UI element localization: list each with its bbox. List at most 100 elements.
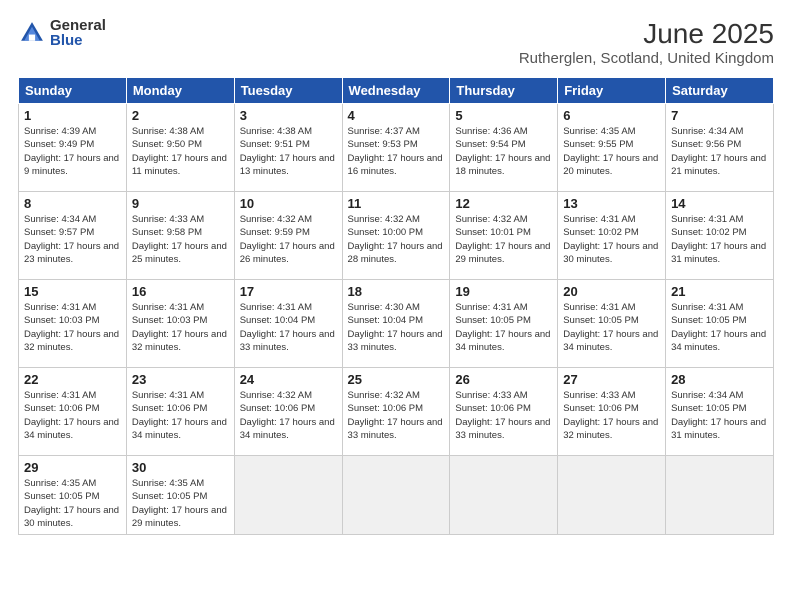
- calendar-subtitle: Rutherglen, Scotland, United Kingdom: [519, 50, 774, 67]
- day-number: 15: [24, 284, 121, 299]
- day-info: Sunrise: 4:34 AMSunset: 10:05 PMDaylight…: [671, 389, 768, 442]
- calendar-table: SundayMondayTuesdayWednesdayThursdayFrid…: [18, 77, 774, 535]
- calendar-cell: 28Sunrise: 4:34 AMSunset: 10:05 PMDaylig…: [666, 368, 774, 456]
- calendar-cell: 14 Sunrise: 4:31 AMSunset: 10:02 PMDaylig…: [666, 192, 774, 280]
- day-info: Sunrise: 4:32 AMSunset: 10:00 PMDaylight…: [348, 213, 445, 266]
- calendar-cell: 20Sunrise: 4:31 AMSunset: 10:05 PMDaylig…: [558, 280, 666, 368]
- calendar-cell: [558, 456, 666, 535]
- weekday-header-friday: Friday: [558, 78, 666, 104]
- week-row-3: 15 Sunrise: 4:31 AMSunset: 10:03 PMDaylig…: [19, 280, 774, 368]
- day-number: 12: [455, 196, 552, 211]
- day-info: Sunrise: 4:32 AMSunset: 10:06 PMDaylight…: [240, 389, 337, 442]
- day-number: 30: [132, 460, 229, 475]
- day-number: 20: [563, 284, 660, 299]
- day-info: Sunrise: 4:32 AMSunset: 10:01 PMDaylight…: [455, 213, 552, 266]
- calendar-cell: 17 Sunrise: 4:31 AMSunset: 10:04 PMDaylig…: [234, 280, 342, 368]
- day-number: 22: [24, 372, 121, 387]
- day-number: 26: [455, 372, 552, 387]
- day-number: 21: [671, 284, 768, 299]
- day-number: 6: [563, 108, 660, 123]
- calendar-cell: 27 Sunrise: 4:33 AMSunset: 10:06 PMDaylig…: [558, 368, 666, 456]
- day-info: Sunrise: 4:33 AMSunset: 9:58 PMDaylight:…: [132, 213, 229, 266]
- calendar-cell: 29 Sunrise: 4:35 AMSunset: 10:05 PMDaylig…: [19, 456, 127, 535]
- weekday-header-tuesday: Tuesday: [234, 78, 342, 104]
- calendar-cell: 19 Sunrise: 4:31 AMSunset: 10:05 PMDaylig…: [450, 280, 558, 368]
- logo-general: General: [50, 18, 106, 33]
- day-number: 5: [455, 108, 552, 123]
- day-info: Sunrise: 4:39 AMSunset: 9:49 PMDaylight:…: [24, 125, 121, 178]
- day-number: 9: [132, 196, 229, 211]
- logo-blue: Blue: [50, 33, 106, 48]
- weekday-header-sunday: Sunday: [19, 78, 127, 104]
- day-info: Sunrise: 4:37 AMSunset: 9:53 PMDaylight:…: [348, 125, 445, 178]
- day-info: Sunrise: 4:31 AMSunset: 10:03 PMDaylight…: [132, 301, 229, 354]
- day-info: Sunrise: 4:31 AMSunset: 10:06 PMDaylight…: [24, 389, 121, 442]
- calendar-cell: 18 Sunrise: 4:30 AMSunset: 10:04 PMDaylig…: [342, 280, 450, 368]
- day-number: 29: [24, 460, 121, 475]
- day-info: Sunrise: 4:33 AMSunset: 10:06 PMDaylight…: [455, 389, 552, 442]
- calendar-cell: 30 Sunrise: 4:35 AMSunset: 10:05 PMDaylig…: [126, 456, 234, 535]
- day-number: 13: [563, 196, 660, 211]
- weekday-header-saturday: Saturday: [666, 78, 774, 104]
- calendar-cell: [450, 456, 558, 535]
- calendar-cell: [234, 456, 342, 535]
- day-number: 14: [671, 196, 768, 211]
- day-number: 1: [24, 108, 121, 123]
- logo: General Blue: [18, 18, 106, 48]
- day-info: Sunrise: 4:31 AMSunset: 10:03 PMDaylight…: [24, 301, 121, 354]
- calendar-cell: 1 Sunrise: 4:39 AMSunset: 9:49 PMDaylight…: [19, 104, 127, 192]
- day-number: 23: [132, 372, 229, 387]
- calendar-cell: 9 Sunrise: 4:33 AMSunset: 9:58 PMDaylight…: [126, 192, 234, 280]
- week-row-2: 8 Sunrise: 4:34 AMSunset: 9:57 PMDaylight…: [19, 192, 774, 280]
- day-info: Sunrise: 4:30 AMSunset: 10:04 PMDaylight…: [348, 301, 445, 354]
- day-number: 24: [240, 372, 337, 387]
- day-info: Sunrise: 4:31 AMSunset: 10:04 PMDaylight…: [240, 301, 337, 354]
- calendar-title: June 2025: [519, 18, 774, 50]
- day-number: 25: [348, 372, 445, 387]
- calendar-cell: 13 Sunrise: 4:31 AMSunset: 10:02 PMDaylig…: [558, 192, 666, 280]
- day-info: Sunrise: 4:38 AMSunset: 9:50 PMDaylight:…: [132, 125, 229, 178]
- calendar-cell: 23 Sunrise: 4:31 AMSunset: 10:06 PMDaylig…: [126, 368, 234, 456]
- calendar-cell: [342, 456, 450, 535]
- day-info: Sunrise: 4:35 AMSunset: 9:55 PMDaylight:…: [563, 125, 660, 178]
- day-info: Sunrise: 4:31 AMSunset: 10:05 PMDaylight…: [455, 301, 552, 354]
- calendar-cell: 8 Sunrise: 4:34 AMSunset: 9:57 PMDaylight…: [19, 192, 127, 280]
- day-info: Sunrise: 4:31 AMSunset: 10:02 PMDaylight…: [671, 213, 768, 266]
- day-number: 3: [240, 108, 337, 123]
- day-info: Sunrise: 4:31 AMSunset: 10:05 PMDaylight…: [671, 301, 768, 354]
- day-info: Sunrise: 4:33 AMSunset: 10:06 PMDaylight…: [563, 389, 660, 442]
- day-number: 8: [24, 196, 121, 211]
- day-info: Sunrise: 4:31 AMSunset: 10:02 PMDaylight…: [563, 213, 660, 266]
- calendar-cell: 3 Sunrise: 4:38 AMSunset: 9:51 PMDaylight…: [234, 104, 342, 192]
- calendar-cell: 6 Sunrise: 4:35 AMSunset: 9:55 PMDaylight…: [558, 104, 666, 192]
- calendar-cell: 4 Sunrise: 4:37 AMSunset: 9:53 PMDaylight…: [342, 104, 450, 192]
- calendar-cell: 16Sunrise: 4:31 AMSunset: 10:03 PMDaylig…: [126, 280, 234, 368]
- day-info: Sunrise: 4:38 AMSunset: 9:51 PMDaylight:…: [240, 125, 337, 178]
- calendar-cell: 7Sunrise: 4:34 AMSunset: 9:56 PMDaylight…: [666, 104, 774, 192]
- day-info: Sunrise: 4:36 AMSunset: 9:54 PMDaylight:…: [455, 125, 552, 178]
- calendar-cell: 24 Sunrise: 4:32 AMSunset: 10:06 PMDaylig…: [234, 368, 342, 456]
- calendar-cell: [666, 456, 774, 535]
- calendar-cell: 26 Sunrise: 4:33 AMSunset: 10:06 PMDaylig…: [450, 368, 558, 456]
- day-info: Sunrise: 4:32 AMSunset: 9:59 PMDaylight:…: [240, 213, 337, 266]
- calendar-cell: 15 Sunrise: 4:31 AMSunset: 10:03 PMDaylig…: [19, 280, 127, 368]
- logo-icon: [18, 19, 46, 47]
- day-info: Sunrise: 4:31 AMSunset: 10:06 PMDaylight…: [132, 389, 229, 442]
- day-info: Sunrise: 4:34 AMSunset: 9:57 PMDaylight:…: [24, 213, 121, 266]
- day-info: Sunrise: 4:35 AMSunset: 10:05 PMDaylight…: [24, 477, 121, 530]
- week-row-5: 29 Sunrise: 4:35 AMSunset: 10:05 PMDaylig…: [19, 456, 774, 535]
- day-number: 27: [563, 372, 660, 387]
- weekday-header-wednesday: Wednesday: [342, 78, 450, 104]
- day-number: 18: [348, 284, 445, 299]
- calendar-cell: 5 Sunrise: 4:36 AMSunset: 9:54 PMDaylight…: [450, 104, 558, 192]
- week-row-1: 1 Sunrise: 4:39 AMSunset: 9:49 PMDaylight…: [19, 104, 774, 192]
- day-number: 19: [455, 284, 552, 299]
- day-number: 2: [132, 108, 229, 123]
- title-block: June 2025 Rutherglen, Scotland, United K…: [519, 18, 774, 67]
- day-number: 17: [240, 284, 337, 299]
- calendar-cell: 25Sunrise: 4:32 AMSunset: 10:06 PMDaylig…: [342, 368, 450, 456]
- calendar-cell: 12 Sunrise: 4:32 AMSunset: 10:01 PMDaylig…: [450, 192, 558, 280]
- day-info: Sunrise: 4:35 AMSunset: 10:05 PMDaylight…: [132, 477, 229, 530]
- day-number: 10: [240, 196, 337, 211]
- day-number: 4: [348, 108, 445, 123]
